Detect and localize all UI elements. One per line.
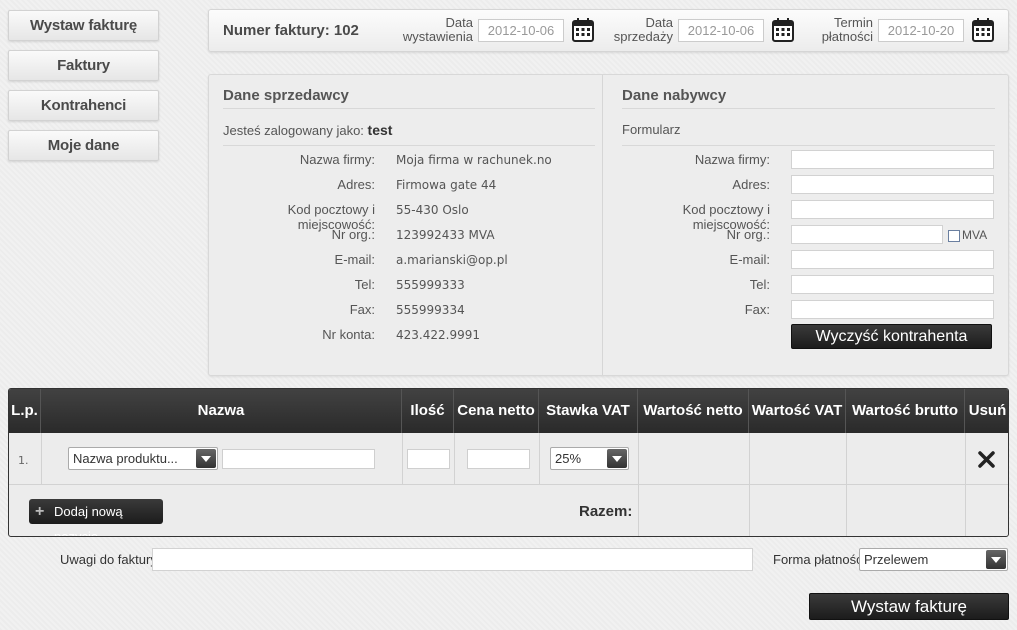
- issue-date-input[interactable]: [478, 19, 564, 42]
- due-date-input[interactable]: [878, 19, 964, 42]
- buyer-company-label: Nazwa firmy:: [694, 152, 770, 167]
- seller-address-value: Firmowa gate 44: [396, 178, 497, 192]
- parties-panel: Dane sprzedawcy Jesteś zalogowany jako: …: [208, 74, 1009, 376]
- buyer-form-label: Formularz: [622, 122, 681, 137]
- nav-issue-invoice-button[interactable]: Wystaw fakturę: [8, 10, 159, 41]
- calendar-icon[interactable]: [572, 18, 594, 42]
- col-vat-rate: Stawka VAT: [539, 389, 638, 433]
- product-name-input[interactable]: [222, 449, 375, 469]
- invoice-number: Numer faktury: 102: [223, 22, 359, 39]
- seller-tel-value: 555999333: [396, 278, 465, 292]
- add-item-button[interactable]: + Dodaj nową pozycję: [29, 499, 163, 536]
- seller-company-label: Nazwa firmy:: [299, 152, 375, 167]
- mva-checkbox[interactable]: [948, 230, 960, 242]
- invoice-header-bar: Numer faktury: 102 Data wystawienia Data…: [208, 9, 1009, 52]
- table-header: L.p. Nazwa Ilość Cena netto Stawka VAT W…: [9, 389, 1008, 433]
- chevron-down-icon: [196, 449, 216, 468]
- seller-address-label: Adres:: [337, 177, 375, 192]
- notes-input[interactable]: [152, 548, 753, 571]
- col-net-value: Wartość netto: [638, 389, 749, 433]
- nav-my-data-button[interactable]: Moje dane: [8, 130, 159, 161]
- buyer-divider: [622, 145, 995, 146]
- seller-org-label: Nr org.:: [331, 227, 375, 242]
- close-icon[interactable]: [978, 451, 995, 468]
- notes-label: Uwagi do faktury:: [60, 552, 161, 567]
- grid-line: [965, 433, 966, 536]
- buyer-address-label: Adres:: [732, 177, 770, 192]
- row-number: 1.: [18, 454, 29, 467]
- seller-org-value: 123992433 MVA: [396, 228, 495, 242]
- chevron-down-icon: [607, 449, 627, 468]
- calendar-icon[interactable]: [972, 18, 994, 42]
- col-name: Nazwa: [41, 389, 402, 433]
- grid-line: [402, 433, 403, 484]
- sale-date-label: Data sprzedaży: [613, 15, 673, 44]
- col-lp: L.p.: [9, 389, 41, 433]
- grid-line: [454, 433, 455, 484]
- buyer-title: Dane nabywcy: [622, 87, 995, 109]
- sale-date-input[interactable]: [678, 19, 764, 42]
- col-net-price: Cena netto: [454, 389, 539, 433]
- vat-rate-select[interactable]: 25%: [550, 447, 629, 470]
- grid-line: [9, 484, 1008, 485]
- net-price-input[interactable]: [467, 449, 530, 469]
- total-label: Razem:: [579, 503, 633, 520]
- seller-fax-label: Fax:: [349, 302, 375, 317]
- submit-invoice-button[interactable]: Wystaw fakturę: [809, 593, 1009, 620]
- buyer-org-label: Nr org.:: [726, 227, 770, 242]
- panel-divider: [602, 75, 603, 375]
- buyer-address-input[interactable]: [791, 175, 994, 194]
- buyer-postal-input[interactable]: [791, 200, 994, 219]
- calendar-icon[interactable]: [772, 18, 794, 42]
- seller-company-value: Moja firma w rachunek.no: [396, 153, 552, 167]
- nav-invoices-button[interactable]: Faktury: [8, 50, 159, 81]
- seller-email-value: a.marianski@op.pl: [396, 253, 508, 267]
- issue-date-label: Data wystawienia: [402, 15, 473, 44]
- seller-fax-value: 555999334: [396, 303, 465, 317]
- col-quantity: Ilość: [402, 389, 454, 433]
- quantity-input[interactable]: [407, 449, 450, 469]
- plus-icon: +: [35, 503, 45, 520]
- seller-divider: [223, 145, 595, 146]
- buyer-email-label: E-mail:: [729, 252, 770, 267]
- payment-method-select[interactable]: Przelewem: [859, 548, 1008, 571]
- grid-line: [539, 433, 540, 484]
- items-table: L.p. Nazwa Ilość Cena netto Stawka VAT W…: [8, 388, 1009, 537]
- seller-tel-label: Tel:: [354, 277, 375, 292]
- grid-line: [41, 433, 42, 484]
- clear-contractor-button[interactable]: Wyczyść kontrahenta: [791, 324, 992, 349]
- col-delete: Usuń: [968, 402, 1007, 419]
- payment-method-label: Forma płatności:: [773, 552, 870, 567]
- logged-in-user: test: [367, 122, 393, 138]
- grid-line: [846, 433, 847, 536]
- seller-email-label: E-mail:: [334, 252, 375, 267]
- buyer-org-input[interactable]: [791, 225, 943, 244]
- due-date-label: Termin płatności: [821, 15, 873, 44]
- chevron-down-icon: [986, 550, 1006, 569]
- buyer-fax-input[interactable]: [791, 300, 994, 319]
- mva-label: MVA: [962, 228, 988, 242]
- logged-in-info: Jesteś zalogowany jako: test: [223, 122, 393, 138]
- grid-line: [749, 433, 750, 536]
- buyer-fax-label: Fax:: [744, 302, 770, 317]
- buyer-email-input[interactable]: [791, 250, 994, 269]
- product-select[interactable]: Nazwa produktu...: [68, 447, 218, 470]
- seller-postal-value: 55-430 Oslo: [396, 203, 469, 217]
- buyer-company-input[interactable]: [791, 150, 994, 169]
- nav-contractors-button[interactable]: Kontrahenci: [8, 90, 159, 121]
- col-gross-value: Wartość brutto: [846, 389, 965, 433]
- buyer-tel-label: Tel:: [749, 277, 770, 292]
- buyer-tel-input[interactable]: [791, 275, 994, 294]
- grid-line: [638, 433, 639, 536]
- seller-account-label: Nr konta:: [322, 327, 375, 342]
- col-vat-value: Wartość VAT: [749, 389, 846, 433]
- seller-title: Dane sprzedawcy: [223, 87, 595, 109]
- seller-account-value: 423.422.9991: [396, 328, 480, 342]
